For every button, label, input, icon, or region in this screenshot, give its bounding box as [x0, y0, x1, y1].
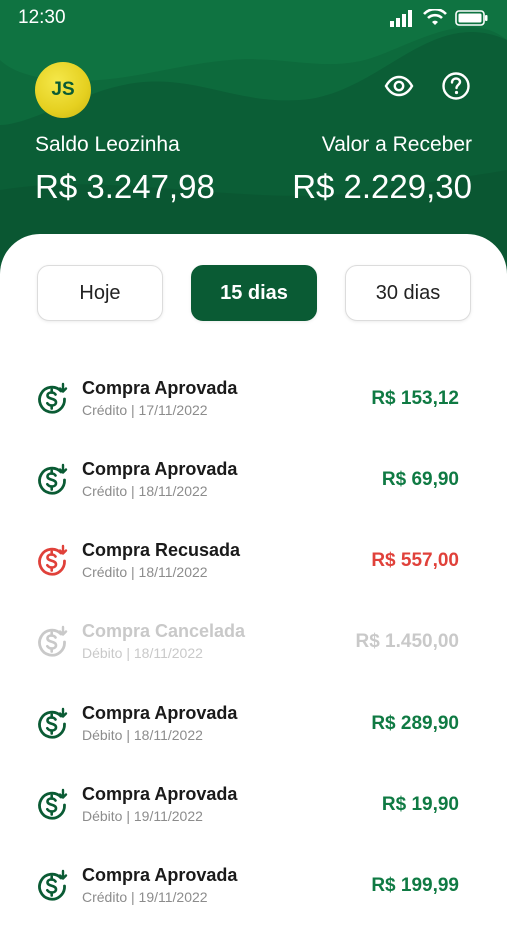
transaction-money-icon — [38, 382, 68, 414]
transaction-amount: R$ 153,12 — [371, 388, 459, 409]
transaction-subtitle: Crédito | 18/11/2022 — [82, 483, 208, 499]
battery-icon — [455, 10, 488, 26]
transaction-subtitle: Débito | 19/11/2022 — [82, 808, 203, 824]
transaction-amount: R$ 289,90 — [371, 713, 459, 734]
transaction-subtitle: Crédito | 19/11/2022 — [82, 889, 208, 905]
transaction-title: Compra Aprovada — [82, 703, 238, 723]
filter-today-button[interactable]: Hoje — [37, 265, 163, 321]
transaction-money-icon — [38, 463, 68, 495]
transaction-money-icon — [38, 707, 68, 739]
transaction-money-icon — [38, 625, 68, 657]
filter-30-days-button[interactable]: 30 dias — [345, 265, 471, 321]
help-button[interactable] — [440, 70, 472, 102]
toggle-visibility-button[interactable] — [383, 70, 415, 102]
help-icon — [442, 72, 470, 100]
transaction-money-icon — [38, 788, 68, 820]
transaction-subtitle: Débito | 18/11/2022 — [82, 727, 203, 743]
transaction-money-icon — [38, 869, 68, 901]
cellular-signal-icon — [390, 10, 412, 27]
receivable-label: Valor a Receber — [321, 133, 472, 156]
transaction-amount: R$ 557,00 — [371, 550, 459, 571]
balance-label: Saldo Leozinha — [35, 133, 180, 156]
transaction-title: Compra Aprovada — [82, 378, 238, 398]
status-bar: 12:30 — [0, 0, 507, 36]
transaction-title: Compra Aprovada — [82, 784, 238, 804]
transaction-row[interactable]: Compra Recusada Crédito | 18/11/2022 R$ … — [0, 534, 507, 594]
transaction-amount: R$ 19,90 — [381, 794, 459, 815]
transaction-amount: R$ 69,90 — [381, 469, 459, 490]
transaction-subtitle: Crédito | 18/11/2022 — [82, 564, 208, 580]
transaction-title: Compra Recusada — [82, 540, 241, 560]
receivable-value: R$ 2.229,30 — [292, 168, 472, 205]
wifi-icon — [423, 9, 447, 25]
transaction-row[interactable]: Compra Aprovada Débito | 19/11/2022 R$ 1… — [0, 778, 507, 838]
transaction-row[interactable]: Compra Cancelada Débito | 18/11/2022 R$ … — [0, 615, 507, 675]
transaction-row[interactable]: Compra Aprovada Crédito | 18/11/2022 R$ … — [0, 453, 507, 513]
transaction-row[interactable]: Compra Aprovada Crédito | 17/11/2022 R$ … — [0, 372, 507, 432]
transaction-title: Compra Cancelada — [82, 621, 246, 641]
transaction-amount: R$ 1.450,00 — [355, 631, 459, 652]
transaction-subtitle: Débito | 18/11/2022 — [82, 645, 203, 661]
eye-icon — [384, 75, 414, 97]
filter-15-days-button[interactable]: 15 dias — [191, 265, 317, 321]
status-time: 12:30 — [18, 7, 66, 28]
balance-value: R$ 3.247,98 — [35, 168, 215, 205]
transaction-money-icon — [38, 544, 68, 576]
transaction-title: Compra Aprovada — [82, 459, 238, 479]
transaction-row[interactable]: Compra Aprovada Débito | 18/11/2022 R$ 2… — [0, 697, 507, 757]
transaction-title: Compra Aprovada — [82, 865, 238, 885]
avatar-initials: JS — [51, 79, 75, 100]
transaction-subtitle: Crédito | 17/11/2022 — [82, 402, 208, 418]
avatar[interactable]: JS — [35, 62, 91, 118]
transaction-amount: R$ 199,99 — [371, 875, 459, 896]
transaction-row[interactable]: Compra Aprovada Crédito | 19/11/2022 R$ … — [0, 859, 507, 919]
